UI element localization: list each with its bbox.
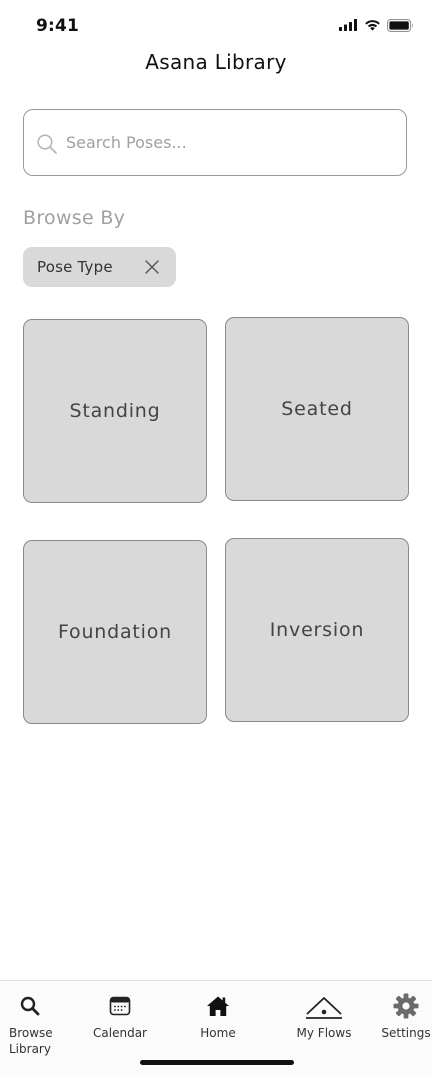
flows-icon <box>306 997 342 1019</box>
search-icon <box>37 134 57 154</box>
tab-label: Calendar <box>93 1026 147 1040</box>
category-label: Seated <box>281 398 353 420</box>
home-icon <box>207 996 229 1016</box>
battery-icon <box>387 18 413 32</box>
search-box[interactable] <box>23 109 407 176</box>
status-icons <box>339 18 414 32</box>
search-input[interactable] <box>66 110 386 174</box>
tab-label: Settings <box>381 1026 431 1040</box>
status-bar: 9:41 <box>0 0 432 48</box>
tab-browse-library[interactable]: Browse Library <box>0 981 60 1061</box>
tab-label: My Flows <box>296 1026 352 1040</box>
page-title: Asana Library <box>145 50 287 74</box>
home-indicator <box>140 1060 294 1065</box>
status-time: 9:41 <box>36 16 80 36</box>
gear-icon <box>393 993 419 1019</box>
signal-icon <box>339 19 357 31</box>
tab-label: Home <box>200 1026 236 1040</box>
category-label: Inversion <box>269 619 365 641</box>
browse-by-label: Browse By <box>23 207 126 229</box>
tab-label: Browse Library <box>9 1026 53 1056</box>
category-tile-seated[interactable]: Seated <box>225 317 409 501</box>
close-icon[interactable] <box>144 259 160 275</box>
category-tile-inversion[interactable]: Inversion <box>225 538 409 722</box>
wifi-icon <box>365 20 380 31</box>
category-label: Foundation <box>57 621 173 643</box>
search-icon <box>20 996 40 1016</box>
calendar-icon <box>109 996 131 1016</box>
filter-chip-pose-type[interactable]: Pose Type <box>23 247 176 287</box>
tab-my-flows[interactable]: My Flows <box>284 981 364 1061</box>
tab-home[interactable]: Home <box>186 981 250 1061</box>
category-tile-foundation[interactable]: Foundation <box>23 540 207 724</box>
category-label: Standing <box>69 400 161 422</box>
category-tile-standing[interactable]: Standing <box>23 319 207 503</box>
tab-calendar[interactable]: Calendar <box>84 981 156 1061</box>
tab-settings[interactable]: Settings <box>378 981 432 1061</box>
filter-chip-label: Pose Type <box>37 258 113 276</box>
